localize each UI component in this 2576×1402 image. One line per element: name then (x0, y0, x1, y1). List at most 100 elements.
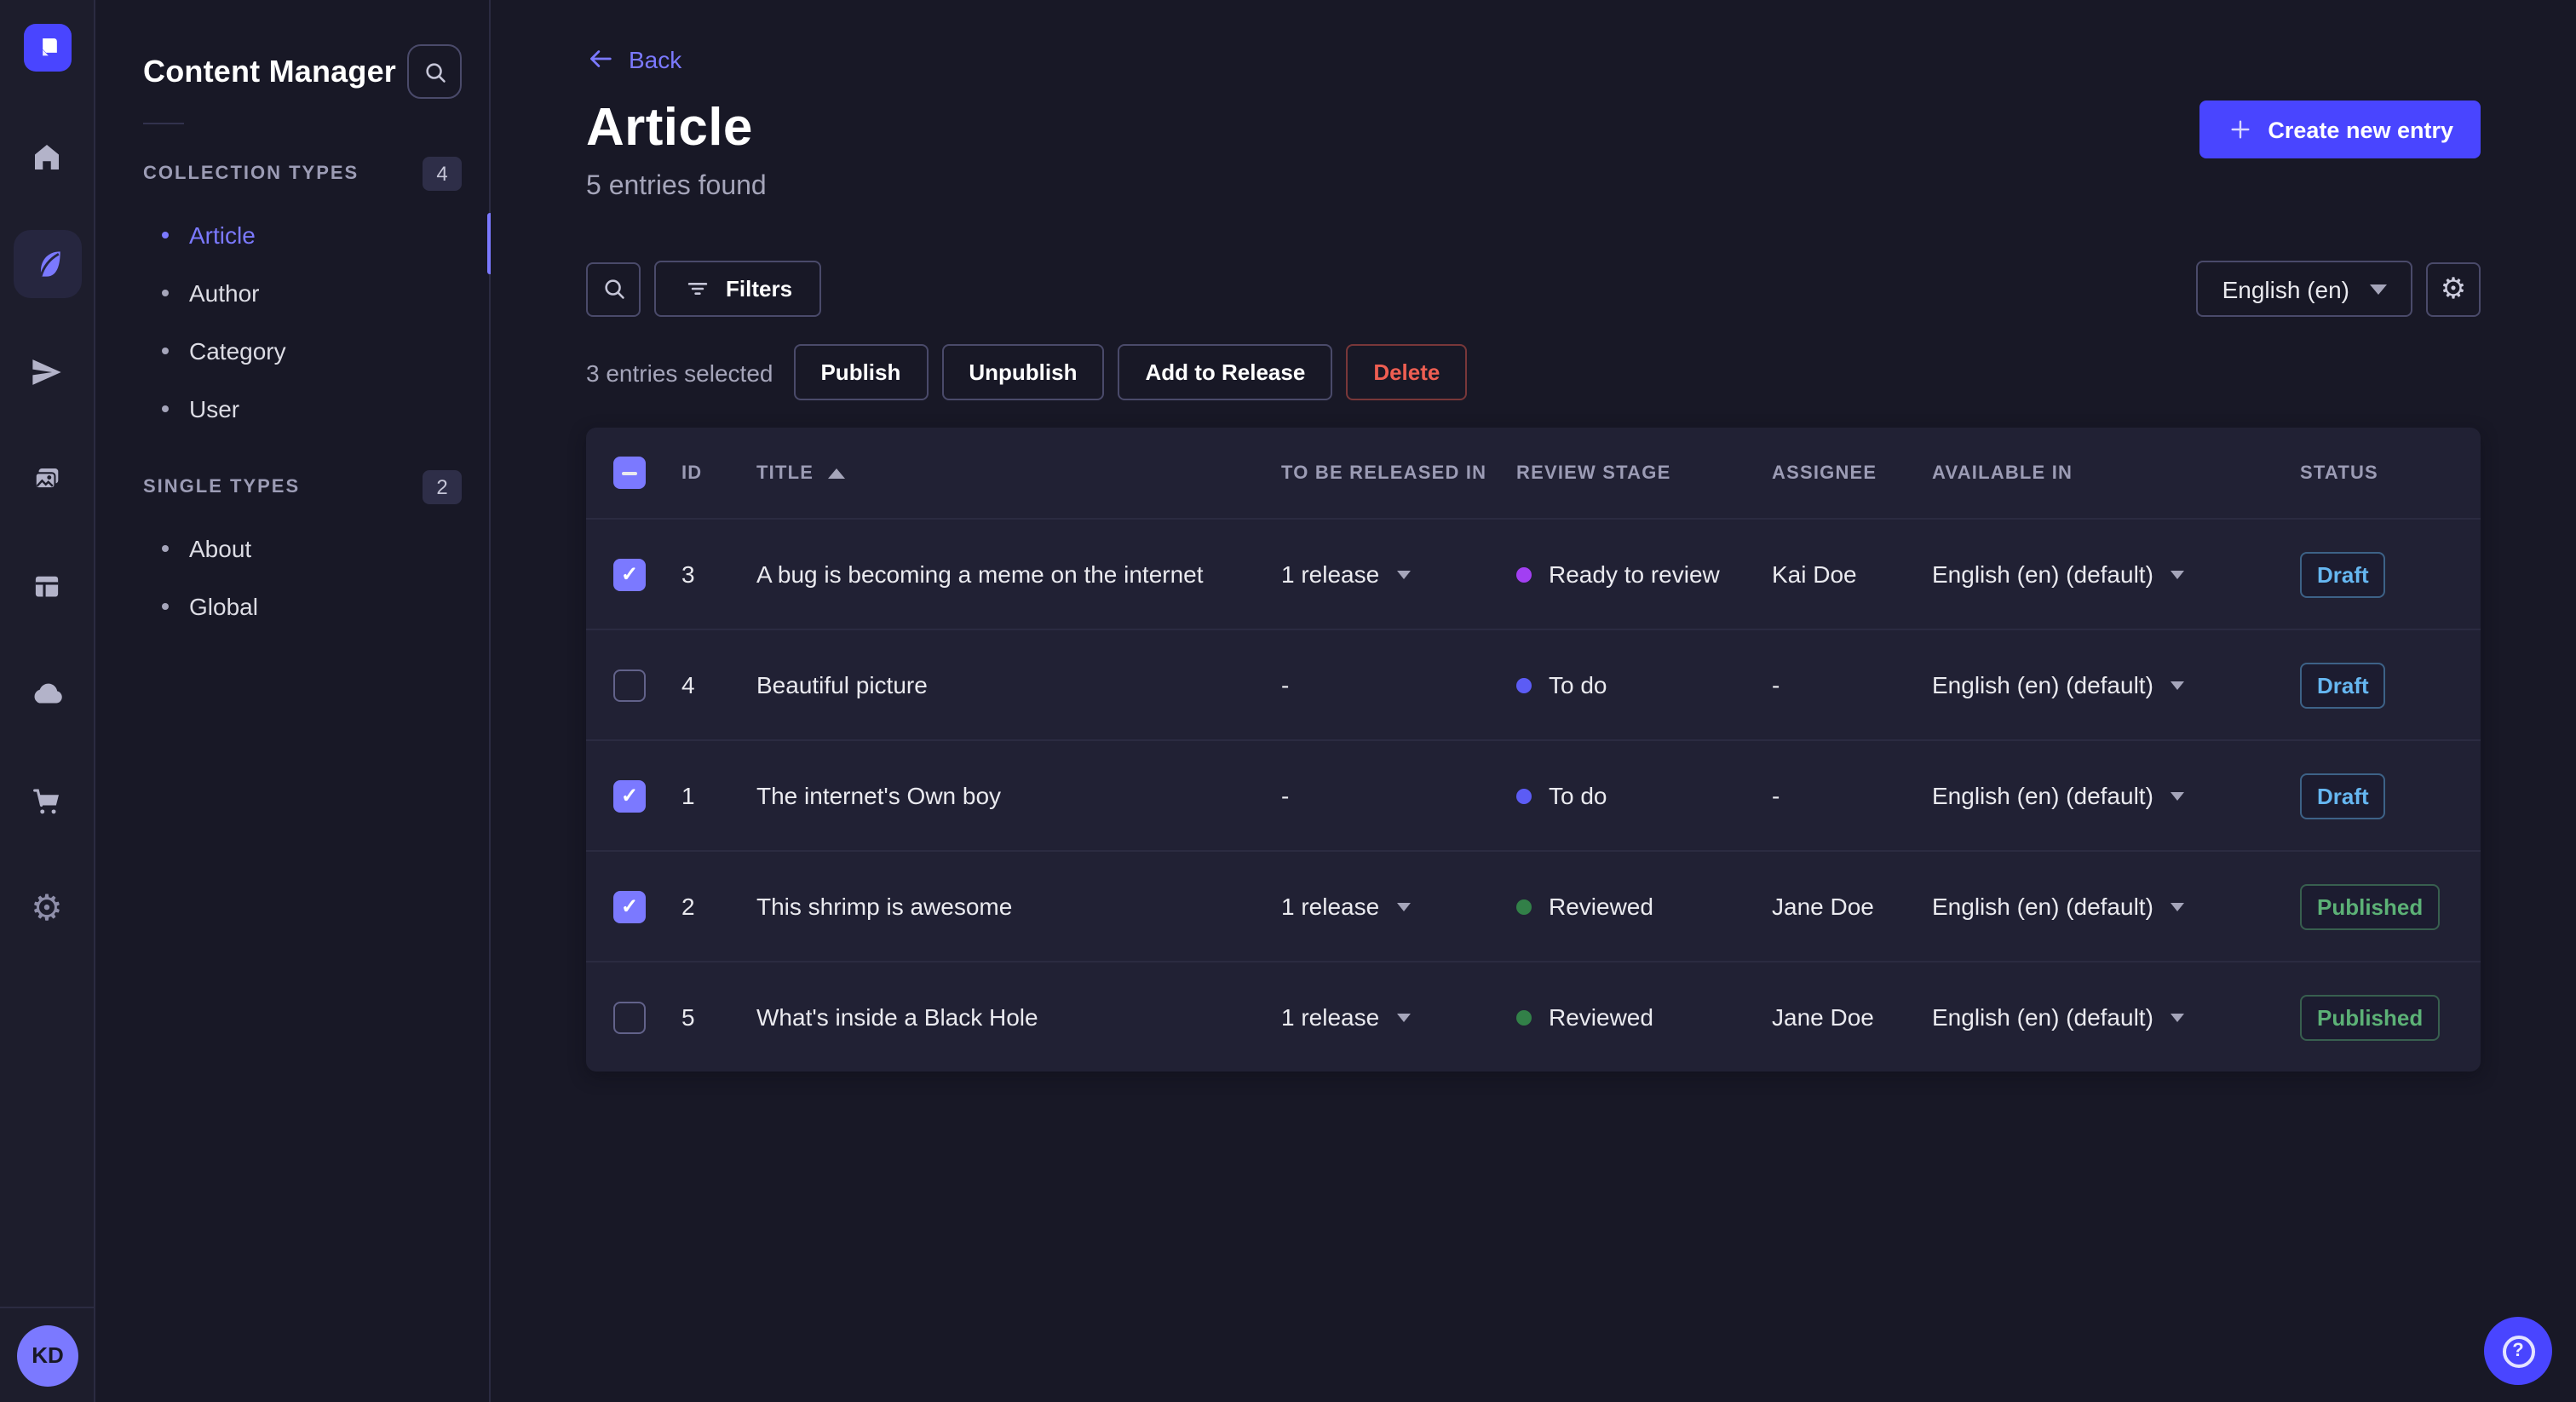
entries-table: ID TITLE TO BE RELEASED IN REVIEW STAGE … (586, 428, 2481, 1072)
column-header-title[interactable]: TITLE (756, 463, 1281, 483)
single-types-label: SINGLE TYPES (143, 477, 301, 497)
table-row[interactable]: ✓ 4 Beautiful picture - To do (586, 629, 2481, 739)
select-all-checkbox[interactable] (613, 457, 646, 489)
unpublish-button[interactable]: Unpublish (941, 344, 1105, 400)
main-content: Back Article 5 entries found Create new … (491, 0, 2576, 1402)
row-release-value: 1 release (1281, 1003, 1380, 1031)
strapi-logo[interactable] (23, 24, 71, 72)
row-review-stage: Ready to review (1516, 560, 1772, 588)
nav-home[interactable] (13, 123, 81, 191)
locale-select[interactable]: English (en) (2196, 261, 2412, 317)
row-locale-cell[interactable]: English (en) (default) (1932, 671, 2300, 698)
help-button[interactable]: ? (2484, 1317, 2552, 1385)
column-header-id[interactable]: ID (681, 463, 756, 483)
locale-caret-icon (2170, 902, 2184, 911)
search-entries-button[interactable] (586, 261, 641, 316)
entries-count-text: 5 entries found (586, 172, 767, 201)
bullet-icon (162, 348, 169, 354)
nav-content-type-builder[interactable] (13, 552, 81, 620)
row-locale-cell[interactable]: English (en) (default) (1932, 1003, 2300, 1031)
subnav-item[interactable]: Article (95, 206, 489, 264)
column-header-release[interactable]: TO BE RELEASED IN (1281, 463, 1516, 483)
subnav-item[interactable]: Global (95, 577, 489, 635)
row-locale-cell[interactable]: English (en) (default) (1932, 893, 2300, 920)
row-release-cell[interactable]: 1 release (1281, 560, 1516, 588)
row-locale-value: English (en) (default) (1932, 671, 2153, 698)
search-icon (425, 62, 445, 82)
row-release-cell[interactable]: 1 release (1281, 893, 1516, 920)
nav-settings[interactable]: ⚙ (13, 874, 81, 942)
subnav-divider (143, 123, 184, 124)
create-new-entry-button[interactable]: Create new entry (2199, 101, 2481, 158)
nav-deploy[interactable] (13, 659, 81, 727)
table-row[interactable]: ✓ 2 This shrimp is awesome 1 release Rev… (586, 850, 2481, 961)
locale-caret-icon (2170, 570, 2184, 578)
row-id: 3 (681, 560, 695, 588)
settings-gear-icon: ⚙ (31, 888, 63, 928)
subnav-search-button[interactable] (407, 44, 462, 99)
row-locale-value: English (en) (default) (1932, 1003, 2153, 1031)
publish-button[interactable]: Publish (793, 344, 929, 400)
row-assignee: Kai Doe (1772, 560, 1857, 588)
subnav-item[interactable]: Author (95, 264, 489, 322)
column-header-status[interactable]: STATUS (2300, 463, 2481, 483)
delete-button[interactable]: Delete (1346, 344, 1468, 400)
table-row[interactable]: ✓ 5 What's inside a Black Hole 1 release… (586, 961, 2481, 1072)
row-release-cell[interactable]: - (1281, 782, 1516, 809)
row-assignee: Jane Doe (1772, 893, 1874, 920)
row-locale-value: English (en) (default) (1932, 560, 2153, 588)
row-assignee: - (1772, 782, 1780, 809)
row-title: Beautiful picture (756, 671, 928, 698)
row-release-cell[interactable]: - (1281, 671, 1516, 698)
stage-label: To do (1549, 782, 1607, 809)
status-badge: Published (2300, 883, 2441, 929)
filters-button[interactable]: Filters (654, 261, 822, 317)
row-review-stage: To do (1516, 782, 1772, 809)
row-locale-cell[interactable]: English (en) (default) (1932, 560, 2300, 588)
stage-label: Reviewed (1549, 1003, 1653, 1031)
subnav-item[interactable]: About (95, 520, 489, 577)
bullet-icon (162, 232, 169, 238)
subnav-item[interactable]: Category (95, 322, 489, 380)
nav-releases[interactable] (13, 337, 81, 405)
back-link[interactable]: Back (586, 0, 681, 73)
locale-selected-value: English (en) (2222, 275, 2349, 302)
collection-types-label: COLLECTION TYPES (143, 164, 359, 184)
bullet-icon (162, 545, 169, 552)
row-assignee: - (1772, 671, 1780, 698)
status-badge: Published (2300, 994, 2441, 1040)
row-locale-cell[interactable]: English (en) (default) (1932, 782, 2300, 809)
add-to-release-button[interactable]: Add to Release (1118, 344, 1333, 400)
row-checkbox[interactable]: ✓ (613, 1001, 646, 1033)
release-caret-icon (1396, 902, 1411, 911)
row-checkbox[interactable]: ✓ (613, 779, 646, 812)
row-checkbox[interactable]: ✓ (613, 890, 646, 922)
stage-dot (1516, 677, 1532, 692)
nav-media-library[interactable] (13, 445, 81, 513)
table-row[interactable]: ✓ 1 The internet's Own boy - To do - Eng… (586, 739, 2481, 850)
view-settings-button[interactable]: ⚙ (2426, 261, 2481, 316)
nav-marketplace[interactable] (13, 767, 81, 835)
row-checkbox[interactable]: ✓ (613, 669, 646, 701)
user-avatar[interactable]: KD (17, 1324, 78, 1386)
nav-content-manager[interactable] (13, 230, 81, 298)
row-release-cell[interactable]: 1 release (1281, 1003, 1516, 1031)
row-release-value: - (1281, 782, 1290, 809)
checkmark-icon: ✓ (620, 784, 639, 807)
app-window: ⚙ KD Content Manager COLLECTION TYPES 4 (0, 0, 2576, 1402)
row-release-value: - (1281, 671, 1290, 698)
table-row[interactable]: ✓ 3 A bug is becoming a meme on the inte… (586, 518, 2481, 629)
row-checkbox[interactable]: ✓ (613, 558, 646, 590)
row-release-value: 1 release (1281, 560, 1380, 588)
column-header-available-in[interactable]: AVAILABLE IN (1932, 463, 2300, 483)
column-header-review-stage[interactable]: REVIEW STAGE (1516, 463, 1772, 483)
gear-icon: ⚙ (2440, 273, 2467, 305)
shopping-cart-icon (33, 788, 59, 813)
collection-types-section: COLLECTION TYPES 4 Article Author Catego… (95, 155, 489, 438)
column-header-assignee[interactable]: ASSIGNEE (1772, 463, 1932, 483)
single-types-count-badge: 2 (423, 470, 462, 504)
row-release-value: 1 release (1281, 893, 1380, 920)
table-header-row: ID TITLE TO BE RELEASED IN REVIEW STAGE … (586, 428, 2481, 518)
row-title: This shrimp is awesome (756, 893, 1013, 920)
subnav-item[interactable]: User (95, 380, 489, 438)
